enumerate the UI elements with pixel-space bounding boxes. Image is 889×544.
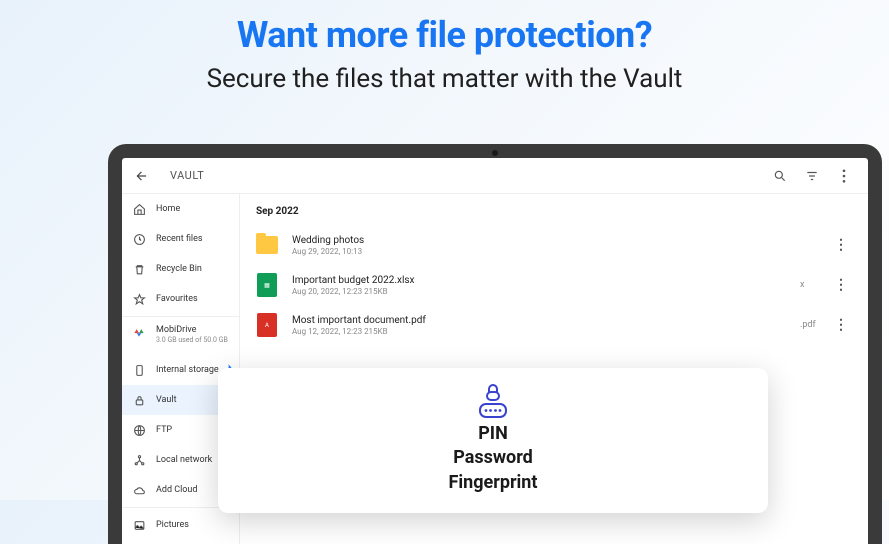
file-name: Important budget 2022.xlsx bbox=[292, 275, 780, 286]
sidebar-item-label: Recycle Bin bbox=[156, 264, 202, 274]
breadcrumb: VAULT bbox=[170, 169, 204, 182]
lock-password-icon bbox=[238, 382, 748, 420]
list-item[interactable]: ▦ Important budget 2022.xlsx Aug 20, 202… bbox=[256, 267, 852, 303]
file-name: Wedding photos bbox=[292, 235, 780, 246]
popup-line-pin: PIN bbox=[238, 422, 748, 446]
sidebar-item-mobidrive[interactable]: MobiDrive 3.0 GB used of 50.0 GB bbox=[122, 319, 239, 355]
sidebar-item-label: FTP bbox=[156, 425, 172, 435]
file-name: Most important document.pdf bbox=[292, 315, 780, 326]
hero-title: Want more file protection? bbox=[0, 14, 889, 56]
file-meta: Aug 12, 2022, 12:23 215KB bbox=[292, 327, 780, 336]
globe-icon bbox=[132, 423, 146, 437]
sidebar-item-sublabel: 3.0 GB used of 50.0 GB bbox=[156, 336, 228, 344]
trash-icon bbox=[132, 262, 146, 276]
sort-button[interactable] bbox=[800, 164, 824, 188]
xls-icon: ▦ bbox=[256, 272, 278, 298]
image-icon bbox=[132, 518, 146, 532]
star-icon bbox=[132, 292, 146, 306]
phone-icon bbox=[132, 363, 146, 377]
sidebar-item-label: Pictures bbox=[156, 520, 189, 530]
sidebar-item-home[interactable]: Home bbox=[122, 194, 239, 224]
clock-icon bbox=[132, 232, 146, 246]
topbar: VAULT bbox=[122, 158, 868, 194]
row-menu-button[interactable]: ⋮ bbox=[830, 277, 852, 293]
hero-subtitle: Secure the files that matter with the Va… bbox=[0, 64, 889, 94]
sidebar-item-label: Vault bbox=[156, 395, 177, 405]
file-meta: Aug 20, 2022, 12:23 215KB bbox=[292, 287, 780, 296]
search-icon bbox=[773, 169, 787, 183]
more-button[interactable] bbox=[832, 164, 856, 188]
divider bbox=[122, 316, 239, 317]
list-item[interactable]: Wedding photos Aug 29, 2022, 10:13 ⋮ bbox=[256, 227, 852, 263]
camera-dot bbox=[492, 150, 498, 156]
cloud-icon bbox=[132, 325, 146, 339]
lock-icon bbox=[132, 393, 146, 407]
sidebar-item-label: MobiDrive bbox=[156, 325, 228, 335]
sidebar-item-recycle[interactable]: Recycle Bin bbox=[122, 254, 239, 284]
more-vert-icon bbox=[842, 169, 846, 183]
pdf-icon: A bbox=[256, 312, 278, 338]
file-ext: .pdf bbox=[800, 320, 830, 330]
sidebar-item-label: Recent files bbox=[156, 234, 203, 244]
sidebar-item-label: Favourites bbox=[156, 294, 198, 304]
file-ext: x bbox=[800, 280, 830, 290]
security-popup: PIN Password Fingerprint bbox=[218, 368, 768, 513]
file-meta: Aug 29, 2022, 10:13 bbox=[292, 247, 780, 256]
cloud-plus-icon bbox=[132, 483, 146, 497]
folder-icon bbox=[256, 232, 278, 258]
popup-line-fingerprint: Fingerprint bbox=[238, 471, 748, 495]
row-menu-button[interactable]: ⋮ bbox=[830, 237, 852, 253]
arrow-left-icon bbox=[135, 169, 149, 183]
sort-icon bbox=[805, 169, 819, 183]
section-header: Sep 2022 bbox=[256, 206, 852, 217]
sidebar-item-label: Add Cloud bbox=[156, 485, 197, 495]
sidebar-item-pictures[interactable]: Pictures bbox=[122, 510, 239, 540]
home-icon bbox=[132, 202, 146, 216]
sidebar-item-label: Home bbox=[156, 204, 180, 214]
sidebar-item-music[interactable]: Music bbox=[122, 540, 239, 544]
popup-line-password: Password bbox=[238, 446, 748, 470]
sidebar-item-favourites[interactable]: Favourites bbox=[122, 284, 239, 314]
sidebar-item-recent[interactable]: Recent files bbox=[122, 224, 239, 254]
network-icon bbox=[132, 453, 146, 467]
row-menu-button[interactable]: ⋮ bbox=[830, 317, 852, 333]
back-button[interactable] bbox=[134, 168, 150, 184]
sidebar-item-label: Internal storage bbox=[156, 365, 219, 375]
search-button[interactable] bbox=[768, 164, 792, 188]
sidebar-item-label: Local network bbox=[156, 455, 212, 465]
list-item[interactable]: A Most important document.pdf Aug 12, 20… bbox=[256, 307, 852, 343]
